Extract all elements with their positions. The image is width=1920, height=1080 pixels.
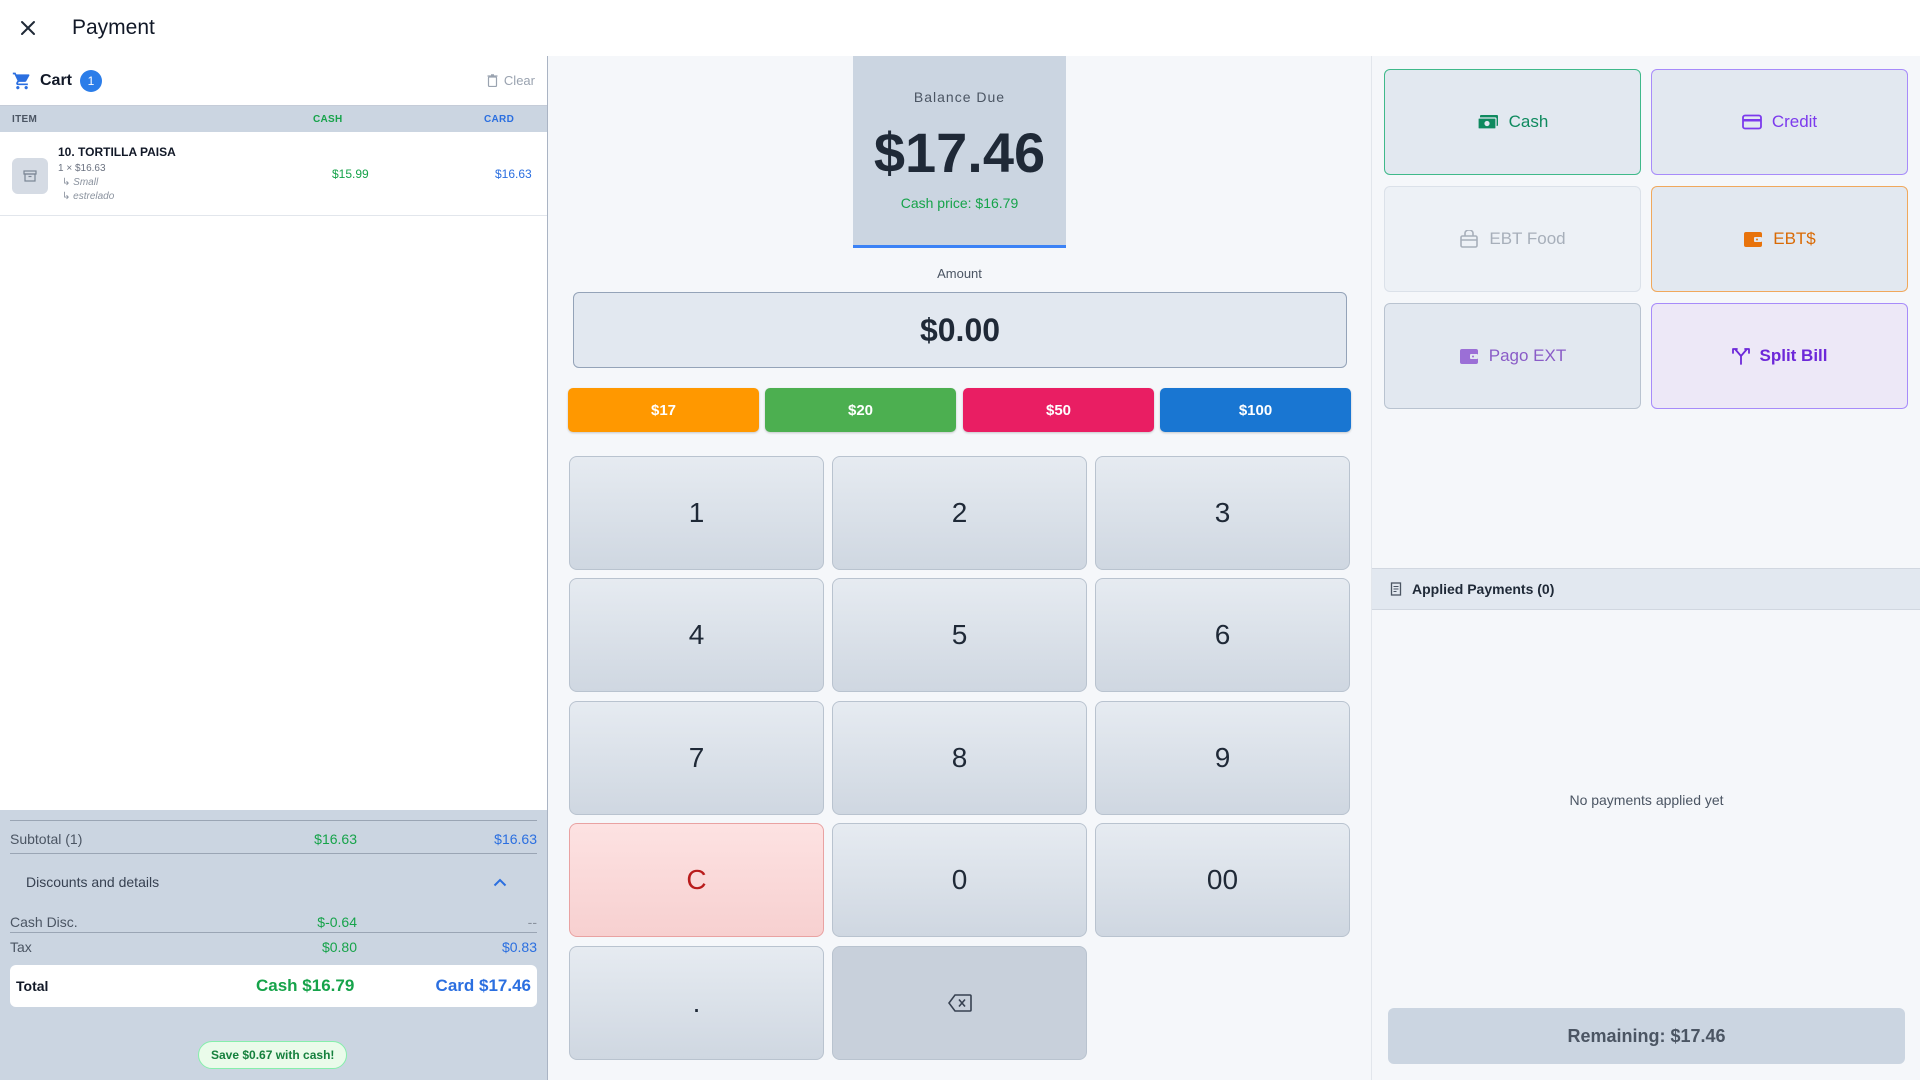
applied-payments-title: Applied Payments (0): [1412, 581, 1555, 597]
basket-icon: [1460, 230, 1479, 248]
tax-card: $0.83: [501, 939, 537, 955]
top-bar: Payment: [0, 0, 1920, 56]
discounts-label: Discounts and details: [26, 874, 160, 890]
pay-pago-ext-button[interactable]: Pago EXT: [1384, 303, 1641, 409]
quick-amount-50-button[interactable]: $50: [963, 388, 1154, 432]
wallet-icon: [1744, 232, 1763, 247]
page-title: Payment: [72, 16, 155, 39]
tax-row: Tax $0.80 $0.83: [10, 933, 537, 959]
cash-disc-label: Cash Disc.: [10, 914, 78, 930]
cart-column-header: ITEM CASH CARD: [0, 106, 547, 132]
total-box: Total Cash $16.79 Card $17.46: [10, 965, 537, 1007]
total-cash: Cash $16.79: [256, 976, 355, 995]
amount-label: Amount: [937, 266, 982, 281]
close-button[interactable]: [0, 0, 56, 56]
key-0[interactable]: 0: [832, 823, 1087, 937]
pay-pago-ext-label: Pago EXT: [1488, 346, 1567, 365]
order-summary-panel: Subtotal (1) $16.63 $16.63 Discounts and…: [0, 810, 547, 1080]
subtotal-cash: $16.63: [314, 831, 357, 847]
archive-icon: [23, 170, 37, 182]
remaining-button[interactable]: Remaining: $17.46: [1388, 1008, 1905, 1064]
cart-header: Cart 1 Clear: [0, 56, 547, 106]
subtotal-label: Subtotal (1): [10, 831, 83, 847]
item-modifier: ↳ estrelado: [62, 191, 115, 202]
clear-label: Clear: [503, 73, 535, 88]
cash-disc-card: --: [527, 914, 537, 930]
tax-label: Tax: [10, 939, 32, 955]
discounts-toggle[interactable]: Discounts and details: [10, 854, 537, 910]
pay-ebt-food-button[interactable]: EBT Food: [1384, 186, 1641, 292]
key-clear[interactable]: C: [569, 823, 824, 937]
key-1[interactable]: 1: [569, 456, 824, 570]
key-7[interactable]: 7: [569, 701, 824, 815]
payment-methods-panel: Cash Credit EBT Food EBT$ Pago EXT Split…: [1371, 56, 1920, 1080]
key-9[interactable]: 9: [1095, 701, 1350, 815]
balance-due-card: Balance Due $17.46 Cash price: $16.79: [853, 56, 1066, 248]
cart-item-row[interactable]: 10. TORTILLA PAISA 1 × $16.63 ↳ Small ↳ …: [0, 132, 547, 216]
credit-card-icon: [1741, 114, 1762, 130]
pay-ebt-food-label: EBT Food: [1489, 229, 1566, 248]
key-5[interactable]: 5: [832, 578, 1087, 692]
key-6[interactable]: 6: [1095, 578, 1350, 692]
chevron-up-icon: [493, 878, 507, 886]
clear-cart-button[interactable]: Clear: [487, 73, 535, 88]
key-2[interactable]: 2: [832, 456, 1087, 570]
balance-label: Balance Due: [913, 89, 1006, 105]
key-00[interactable]: 00: [1095, 823, 1350, 937]
key-3[interactable]: 3: [1095, 456, 1350, 570]
split-icon: [1731, 348, 1750, 365]
total-label: Total: [16, 978, 49, 994]
item-modifier: ↳ Small: [62, 177, 99, 188]
subtotal-card: $16.63: [494, 831, 537, 847]
pay-credit-button[interactable]: Credit: [1651, 69, 1908, 175]
subtotal-row: Subtotal (1) $16.63 $16.63: [10, 821, 537, 853]
backspace-icon: [947, 994, 972, 1012]
key-decimal[interactable]: .: [569, 946, 824, 1060]
key-4[interactable]: 4: [569, 578, 824, 692]
trash-icon: [487, 74, 498, 87]
pay-cash-label: Cash: [1508, 112, 1549, 131]
amount-field[interactable]: $0.00: [573, 292, 1347, 368]
item-thumbnail: [12, 158, 48, 194]
close-icon: [21, 21, 35, 35]
item-qty: 1 × $16.63: [58, 163, 106, 174]
save-with-cash-badge: Save $0.67 with cash!: [198, 1041, 348, 1069]
split-bill-label: Split Bill: [1759, 346, 1828, 365]
tax-cash: $0.80: [321, 939, 357, 955]
quick-amount-17-button[interactable]: $17: [568, 388, 759, 432]
pay-ebt-cash-button[interactable]: EBT$: [1651, 186, 1908, 292]
cash-price-note: Cash price: $16.79: [900, 195, 1019, 211]
key-8[interactable]: 8: [832, 701, 1087, 815]
pay-ebt-cash-label: EBT$: [1773, 229, 1816, 248]
cart-icon: [12, 72, 30, 89]
column-card: CARD: [484, 113, 515, 125]
cart-count-badge: 1: [80, 69, 103, 92]
cash-disc-cash: $-0.64: [317, 914, 357, 930]
quick-amount-20-button[interactable]: $20: [765, 388, 956, 432]
no-payments-message: No payments applied yet: [1569, 792, 1724, 808]
cash-disc-row: Cash Disc. $-0.64 --: [10, 910, 537, 932]
item-name: 10. TORTILLA PAISA: [58, 145, 176, 159]
item-card-price: $16.63: [495, 167, 532, 181]
cash-icon: [1477, 115, 1498, 130]
wallet-icon: [1459, 349, 1478, 364]
total-card: Card $17.46: [435, 976, 531, 995]
column-item: ITEM: [12, 113, 38, 125]
column-cash: CASH: [313, 113, 343, 125]
receipt-icon: [1390, 582, 1402, 596]
balance-value: $17.46: [873, 121, 1046, 184]
pay-credit-label: Credit: [1771, 112, 1818, 131]
cart-title: Cart: [40, 71, 73, 89]
key-backspace[interactable]: [832, 946, 1087, 1060]
pay-cash-button[interactable]: Cash: [1384, 69, 1641, 175]
applied-payments-header: Applied Payments (0): [1372, 568, 1920, 610]
item-cash-price: $15.99: [332, 167, 369, 181]
split-bill-button[interactable]: Split Bill: [1651, 303, 1908, 409]
quick-amount-100-button[interactable]: $100: [1160, 388, 1351, 432]
keypad-panel: Balance Due $17.46 Cash price: $16.79 Am…: [548, 56, 1371, 1080]
